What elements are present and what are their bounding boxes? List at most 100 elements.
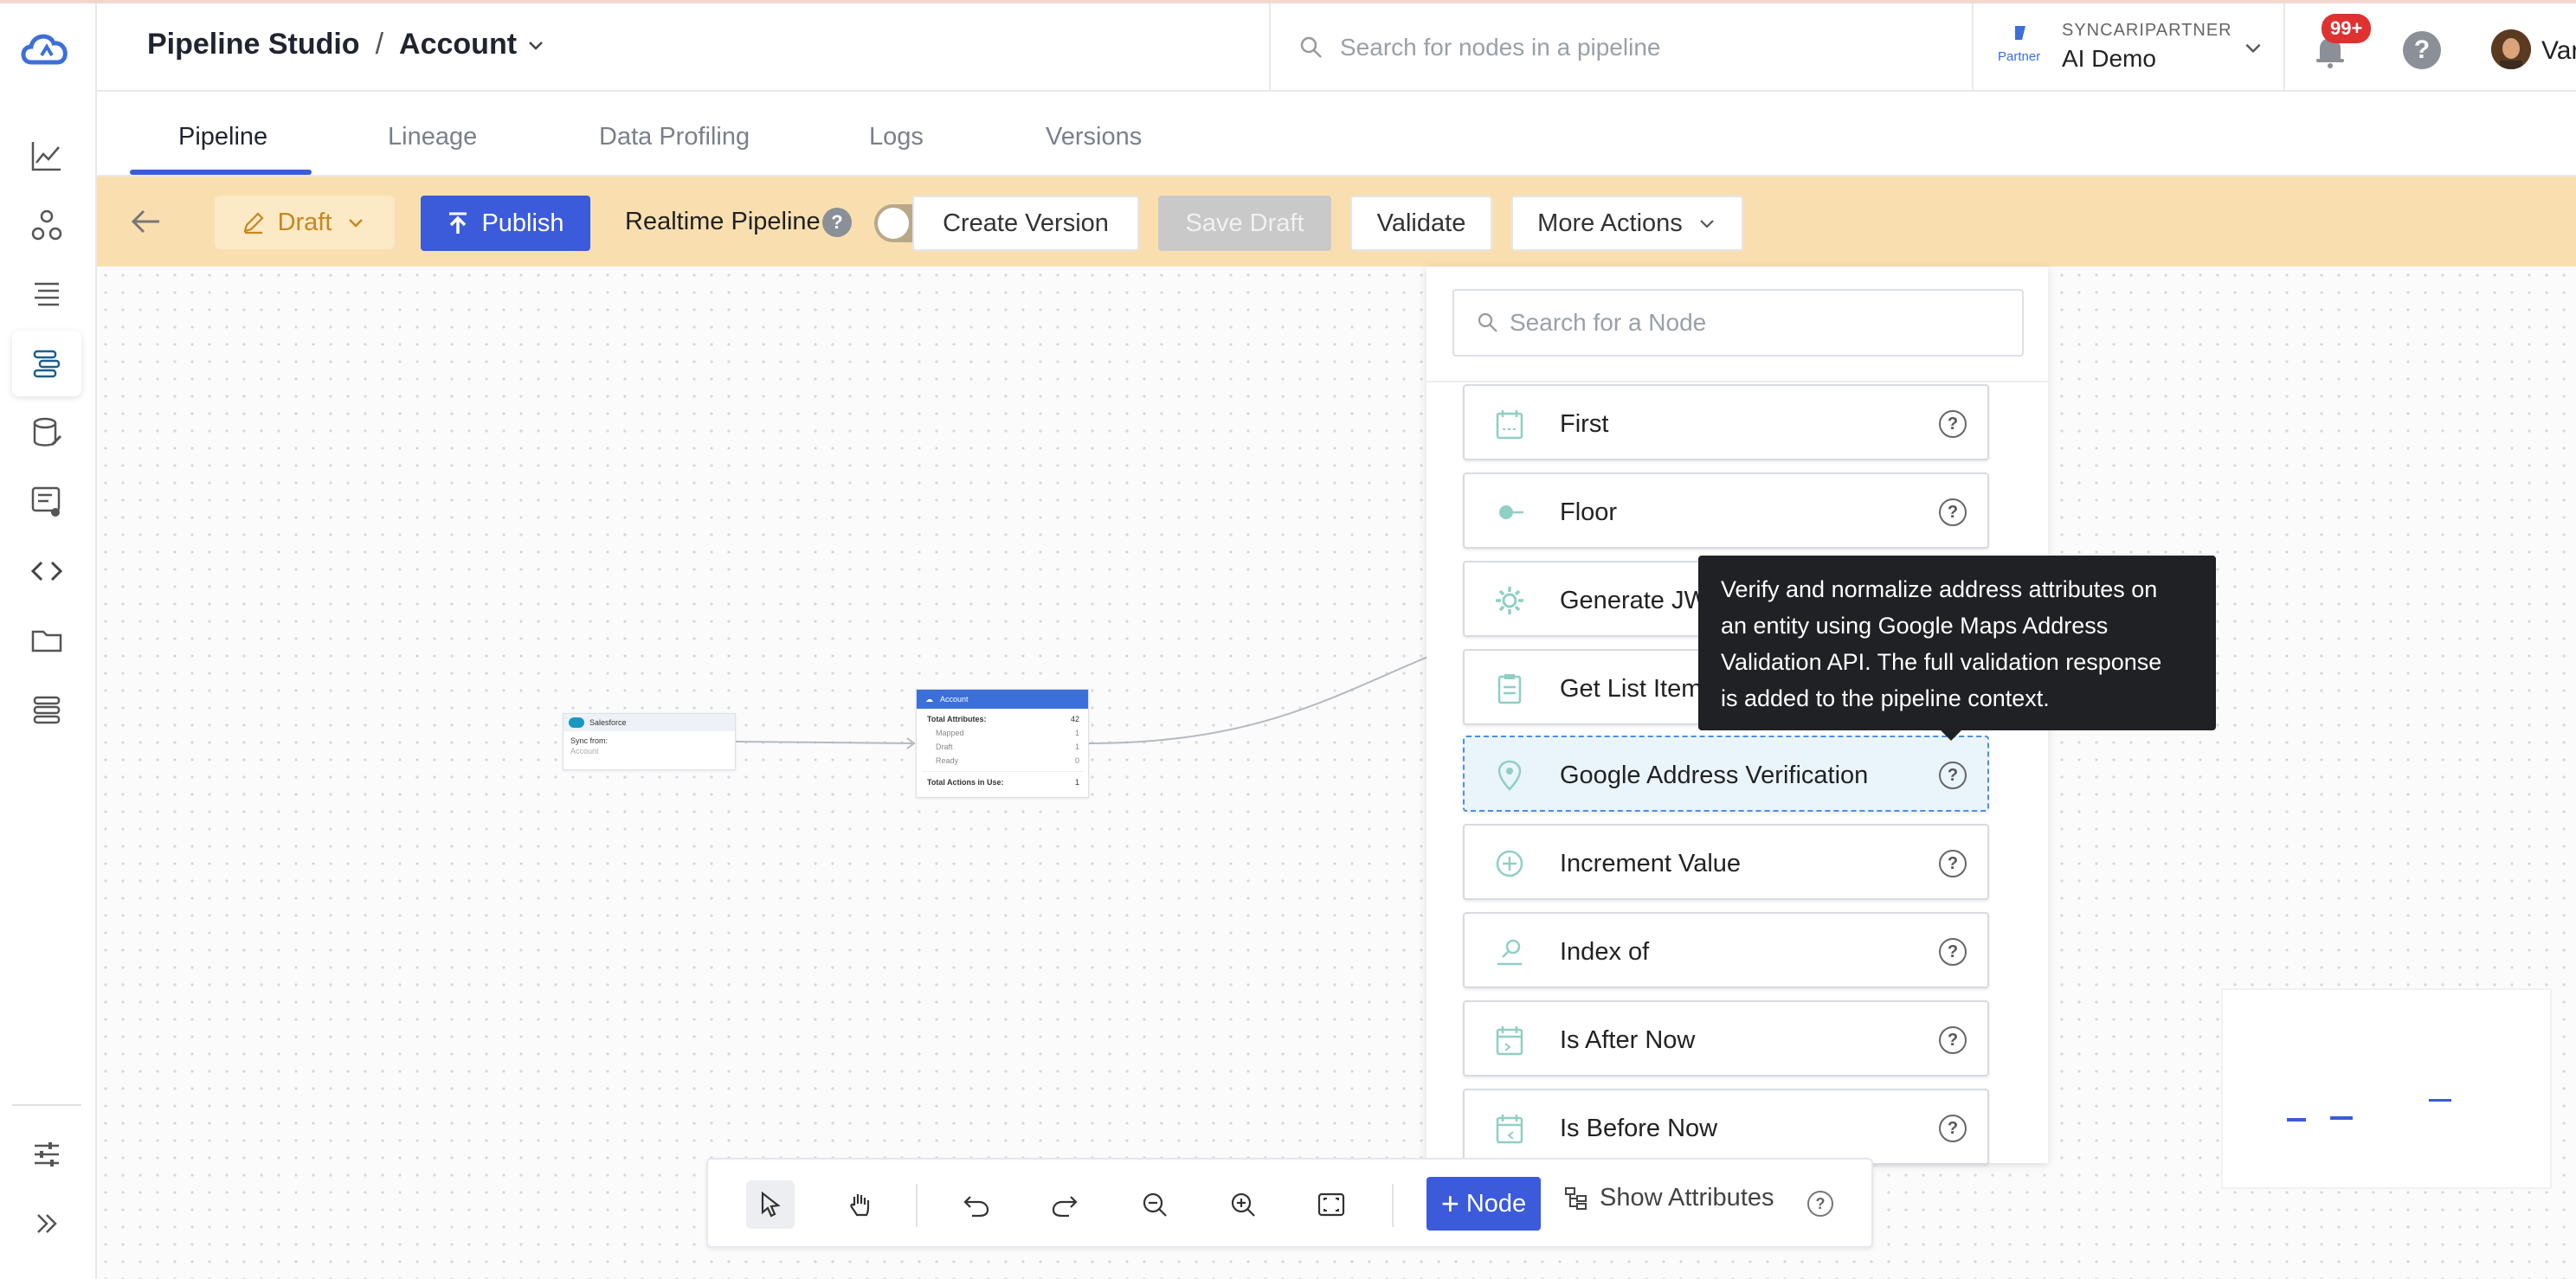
salesforce-cloud-icon [569,717,584,728]
sidebar-item-logs[interactable] [12,469,81,535]
node-item-floor[interactable]: Floor ? [1463,472,1989,549]
minimap-node [2287,1118,2306,1122]
tab-data-profiling[interactable]: Data Profiling [599,123,750,151]
help-icon[interactable]: ? [1939,938,1967,966]
chevron-down-icon[interactable] [525,35,546,55]
source-node-salesforce[interactable]: Salesforce Sync from: Account [563,713,736,770]
node-item-google-address-verification[interactable]: Google Address Verification ? [1463,736,1989,812]
search-person-icon [1497,939,1522,966]
tab-lineage[interactable]: Lineage [388,123,477,151]
pipeline-canvas[interactable]: Salesforce Sync from: Account ☁ Account … [97,267,2576,1279]
sidebar-item-settings[interactable] [12,1122,81,1187]
node-item-first[interactable]: First ? [1463,384,1989,460]
help-icon[interactable]: ? [1939,498,1967,526]
toggle-knob [878,208,909,239]
sidebar-item-pipeline[interactable] [12,331,81,396]
help-icon[interactable]: ? [1807,1191,1833,1217]
entity-selector[interactable]: Account [399,28,517,61]
partner-logo-icon: Partner [1998,26,2040,64]
tab-bar: Pipeline Lineage Data Profiling Logs Ver… [97,92,2576,177]
undo-icon [963,1196,989,1218]
add-node-button[interactable]: + Node [1426,1177,1541,1231]
sidebar-item-code[interactable] [12,538,81,604]
save-draft-button[interactable]: Save Draft [1158,196,1331,251]
stat-label: Total Attributes: [927,715,987,723]
notification-badge: 99+ [2322,14,2372,43]
tree-icon [1565,1186,1587,1210]
help-icon[interactable]: ? [1939,1026,1967,1054]
entity-stat-row: Total Attributes: 42 [917,712,1088,726]
pipeline-search-input[interactable] [1340,34,1859,61]
org-name: AI Demo [2062,45,2156,72]
tab-logs[interactable]: Logs [869,123,924,151]
entity-node-header: ☁ Account [917,690,1088,709]
validate-button[interactable]: Validate [1350,196,1492,251]
search-icon [1478,312,1497,332]
code-icon [30,561,63,582]
node-item-increment-value[interactable]: Increment Value ? [1463,824,1989,900]
show-attributes-button[interactable]: Show Attributes [1563,1184,1774,1212]
page-title: Pipeline Studio [147,28,360,61]
sidebar-item-stack[interactable] [12,677,81,742]
node-item-label: Floor [1560,498,1618,526]
node-item-is-before-now[interactable]: Is Before Now ? [1463,1089,1989,1165]
left-sidebar [0,3,97,1279]
tab-versions[interactable]: Versions [1046,123,1142,151]
upload-icon [449,212,467,234]
source-node-sync-entity: Account [570,747,599,755]
zoom-in-button[interactable] [1219,1180,1267,1229]
clipboard-icon [1497,674,1522,704]
user-name[interactable]: Varsha [2541,36,2576,66]
node-search-input[interactable] [1510,309,1994,337]
help-icon[interactable]: ? [1939,762,1967,789]
select-tool[interactable] [746,1180,795,1229]
entity-node-account[interactable]: ☁ Account Total Attributes: 42 Mapped 1 Dr… [916,689,1089,798]
help-button[interactable]: ? [2403,31,2441,69]
help-icon[interactable]: ? [1939,1115,1967,1142]
help-icon[interactable]: ? [1939,850,1967,877]
syncari-logo-icon[interactable] [17,24,76,73]
sidebar-item-entities[interactable] [12,192,81,258]
realtime-help-icon[interactable]: ? [822,208,852,237]
entity-stat-row: Mapped 1 [917,726,1088,740]
publish-button[interactable]: Publish [421,196,590,251]
undo-button[interactable] [952,1180,1001,1229]
create-version-button[interactable]: Create Version [912,196,1139,251]
divider [922,771,1083,772]
sidebar-item-database[interactable] [12,400,81,466]
stat-value: 1 [1074,778,1079,787]
sidebar-item-files[interactable] [12,607,81,673]
pipeline-toolbar: Draft Publish Realtime Pipeline ? ✕ Crea… [97,177,2576,267]
org-switcher[interactable]: Partner SYNCARIPARTNER AI Demo [1974,3,2285,92]
minimap-node [2429,1099,2451,1102]
tab-pipeline[interactable]: Pipeline [178,123,267,151]
sidebar-divider [12,1104,81,1106]
user-photo-icon [2491,29,2531,69]
draft-dropdown[interactable]: Draft [215,196,395,249]
fit-view-button[interactable] [1307,1180,1356,1229]
node-item-index-of[interactable]: Index of ? [1463,912,1989,988]
back-arrow-icon[interactable] [128,206,163,237]
stat-label: Total Actions in Use: [927,778,1004,787]
active-tab-indicator [130,170,312,175]
redo-button[interactable] [1040,1180,1089,1229]
pan-tool[interactable] [836,1180,885,1229]
floor-icon [1499,505,1523,519]
redo-icon [1052,1196,1078,1218]
zoom-in-icon [1231,1192,1255,1217]
plus-circle-icon [1496,850,1523,877]
avatar[interactable] [2491,29,2531,69]
sidebar-expand[interactable] [12,1191,81,1257]
canvas-minimap[interactable] [2221,988,2552,1189]
cloud-icon: ☁ [925,694,933,704]
more-actions-button[interactable]: More Actions [1511,196,1743,251]
source-node-header: Salesforce [564,714,735,731]
help-icon[interactable]: ? [1939,410,1967,438]
node-item-is-after-now[interactable]: Is After Now ? [1463,1000,1989,1077]
sidebar-item-list[interactable] [12,261,81,327]
sidebar-item-analytics[interactable] [12,123,81,189]
zoom-out-button[interactable] [1130,1180,1179,1229]
document-gear-icon [31,486,61,517]
stat-label: Mapped [936,729,964,737]
node-item-label: Increment Value [1560,850,1742,877]
